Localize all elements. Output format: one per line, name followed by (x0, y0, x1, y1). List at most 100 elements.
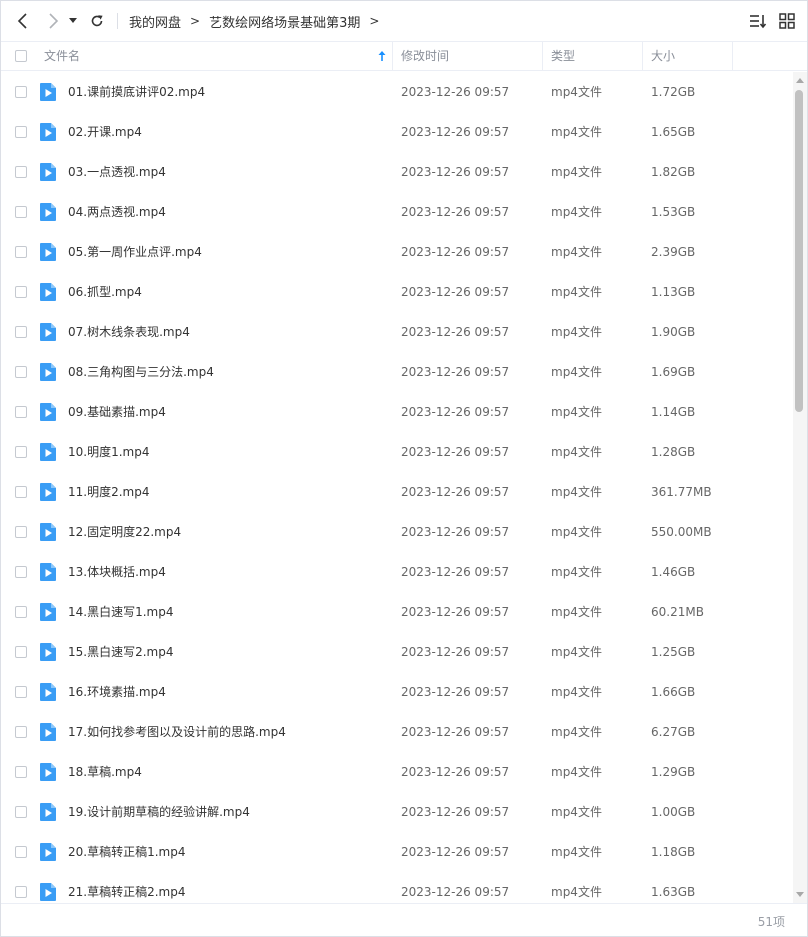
table-row[interactable]: 16.环境素描.mp4 2023-12-26 09:57 mp4文件 1.66GB (1, 672, 793, 712)
file-name[interactable]: 20.草稿转正稿1.mp4 (68, 832, 185, 872)
row-checkbox[interactable] (15, 766, 27, 778)
file-name[interactable]: 15.黑白速写2.mp4 (68, 632, 173, 672)
file-name[interactable]: 13.体块概括.mp4 (68, 552, 166, 592)
forward-button[interactable] (41, 9, 65, 33)
row-checkbox[interactable] (15, 86, 27, 98)
file-name[interactable]: 01.课前摸底讲评02.mp4 (68, 72, 205, 112)
file-size: 60.21MB (651, 605, 704, 619)
file-name[interactable]: 06.抓型.mp4 (68, 272, 142, 312)
file-name[interactable]: 05.第一周作业点评.mp4 (68, 232, 202, 272)
video-file-icon (40, 803, 56, 821)
file-size: 2.39GB (651, 245, 696, 259)
file-list: 01.课前摸底讲评02.mp4 2023-12-26 09:57 mp4文件 1.72… (1, 72, 793, 903)
table-row[interactable]: 09.基础素描.mp4 2023-12-26 09:57 mp4文件 1.14GB (1, 392, 793, 432)
history-dropdown-button[interactable] (65, 9, 81, 33)
table-row[interactable]: 01.课前摸底讲评02.mp4 2023-12-26 09:57 mp4文件 1.72… (1, 72, 793, 112)
table-row[interactable]: 18.草稿.mp4 2023-12-26 09:57 mp4文件 1.29GB (1, 752, 793, 792)
table-row[interactable]: 14.黑白速写1.mp4 2023-12-26 09:57 mp4文件 60.21MB (1, 592, 793, 632)
file-name[interactable]: 03.一点透视.mp4 (68, 152, 166, 192)
back-button[interactable] (11, 9, 35, 33)
table-row[interactable]: 03.一点透视.mp4 2023-12-26 09:57 mp4文件 1.82GB (1, 152, 793, 192)
file-size: 1.00GB (651, 805, 696, 819)
toolbar: 我的网盘 > 艺数绘网络场景基础第3期 > (1, 1, 807, 41)
table-row[interactable]: 10.明度1.mp4 2023-12-26 09:57 mp4文件 1.28GB (1, 432, 793, 472)
row-checkbox[interactable] (15, 246, 27, 258)
scrollbar-thumb[interactable] (795, 90, 803, 412)
file-type: mp4文件 (551, 365, 602, 379)
table-row[interactable]: 19.设计前期草稿的经验讲解.mp4 2023-12-26 09:57 mp4文件 1… (1, 792, 793, 832)
arrow-up-icon (378, 51, 386, 61)
file-size: 1.25GB (651, 645, 696, 659)
file-name[interactable]: 11.明度2.mp4 (68, 472, 149, 512)
file-type: mp4文件 (551, 605, 602, 619)
table-row[interactable]: 07.树木线条表现.mp4 2023-12-26 09:57 mp4文件 1.90GB (1, 312, 793, 352)
file-name[interactable]: 16.环境素描.mp4 (68, 672, 166, 712)
video-file-icon (40, 403, 56, 421)
table-row[interactable]: 13.体块概括.mp4 2023-12-26 09:57 mp4文件 1.46GB (1, 552, 793, 592)
scroll-up-arrow-icon[interactable] (796, 78, 804, 83)
view-toggle-button[interactable] (778, 12, 796, 30)
file-name[interactable]: 02.开课.mp4 (68, 112, 142, 152)
row-checkbox[interactable] (15, 406, 27, 418)
table-row[interactable]: 05.第一周作业点评.mp4 2023-12-26 09:57 mp4文件 2.39G… (1, 232, 793, 272)
file-modified-time: 2023-12-26 09:57 (401, 445, 510, 459)
table-row[interactable]: 21.草稿转正稿2.mp4 2023-12-26 09:57 mp4文件 1.63GB (1, 872, 793, 903)
row-checkbox[interactable] (15, 366, 27, 378)
file-size: 1.46GB (651, 565, 696, 579)
table-row[interactable]: 17.如何找参考图以及设计前的思路.mp4 2023-12-26 09:57 mp4… (1, 712, 793, 752)
row-checkbox[interactable] (15, 726, 27, 738)
column-header-type[interactable]: 类型 (551, 42, 575, 70)
row-checkbox[interactable] (15, 566, 27, 578)
table-row[interactable]: 11.明度2.mp4 2023-12-26 09:57 mp4文件 361.77MB (1, 472, 793, 512)
file-modified-time: 2023-12-26 09:57 (401, 885, 510, 899)
file-type: mp4文件 (551, 685, 602, 699)
file-name[interactable]: 04.两点透视.mp4 (68, 192, 166, 232)
row-checkbox[interactable] (15, 166, 27, 178)
file-type: mp4文件 (551, 525, 602, 539)
row-checkbox[interactable] (15, 846, 27, 858)
file-name[interactable]: 12.固定明度22.mp4 (68, 512, 181, 552)
file-name[interactable]: 10.明度1.mp4 (68, 432, 149, 472)
sort-button[interactable] (749, 12, 767, 30)
row-checkbox[interactable] (15, 486, 27, 498)
vertical-scrollbar[interactable] (793, 72, 807, 903)
table-row[interactable]: 06.抓型.mp4 2023-12-26 09:57 mp4文件 1.13GB (1, 272, 793, 312)
select-all-checkbox[interactable] (15, 50, 27, 62)
column-header-modified[interactable]: 修改时间 (401, 42, 449, 70)
row-checkbox[interactable] (15, 286, 27, 298)
column-divider (732, 42, 733, 70)
row-checkbox[interactable] (15, 206, 27, 218)
table-row[interactable]: 02.开课.mp4 2023-12-26 09:57 mp4文件 1.65GB (1, 112, 793, 152)
row-checkbox[interactable] (15, 646, 27, 658)
breadcrumb-item-root[interactable]: 我的网盘 (129, 12, 181, 31)
file-name[interactable]: 07.树木线条表现.mp4 (68, 312, 190, 352)
file-name[interactable]: 21.草稿转正稿2.mp4 (68, 872, 185, 903)
row-checkbox[interactable] (15, 606, 27, 618)
row-checkbox[interactable] (15, 126, 27, 138)
row-checkbox[interactable] (15, 446, 27, 458)
file-name[interactable]: 09.基础素描.mp4 (68, 392, 166, 432)
grid-view-icon (779, 13, 795, 29)
table-row[interactable]: 15.黑白速写2.mp4 2023-12-26 09:57 mp4文件 1.25GB (1, 632, 793, 672)
table-row[interactable]: 04.两点透视.mp4 2023-12-26 09:57 mp4文件 1.53GB (1, 192, 793, 232)
row-checkbox[interactable] (15, 686, 27, 698)
column-header-size[interactable]: 大小 (651, 42, 675, 70)
row-checkbox[interactable] (15, 806, 27, 818)
row-checkbox[interactable] (15, 326, 27, 338)
table-row[interactable]: 08.三角构图与三分法.mp4 2023-12-26 09:57 mp4文件 1.69… (1, 352, 793, 392)
file-modified-time: 2023-12-26 09:57 (401, 245, 510, 259)
row-checkbox[interactable] (15, 886, 27, 898)
file-name[interactable]: 19.设计前期草稿的经验讲解.mp4 (68, 792, 250, 832)
file-name[interactable]: 14.黑白速写1.mp4 (68, 592, 173, 632)
table-row[interactable]: 12.固定明度22.mp4 2023-12-26 09:57 mp4文件 550.00… (1, 512, 793, 552)
scroll-down-arrow-icon[interactable] (796, 892, 804, 897)
table-row[interactable]: 20.草稿转正稿1.mp4 2023-12-26 09:57 mp4文件 1.18GB (1, 832, 793, 872)
file-name[interactable]: 18.草稿.mp4 (68, 752, 142, 792)
column-header-name[interactable]: 文件名 (44, 42, 80, 70)
file-name[interactable]: 08.三角构图与三分法.mp4 (68, 352, 214, 392)
row-checkbox[interactable] (15, 526, 27, 538)
file-name[interactable]: 17.如何找参考图以及设计前的思路.mp4 (68, 712, 286, 752)
breadcrumb-separator: > (369, 14, 380, 28)
refresh-button[interactable] (85, 9, 109, 33)
breadcrumb-item-folder[interactable]: 艺数绘网络场景基础第3期 (209, 12, 360, 31)
